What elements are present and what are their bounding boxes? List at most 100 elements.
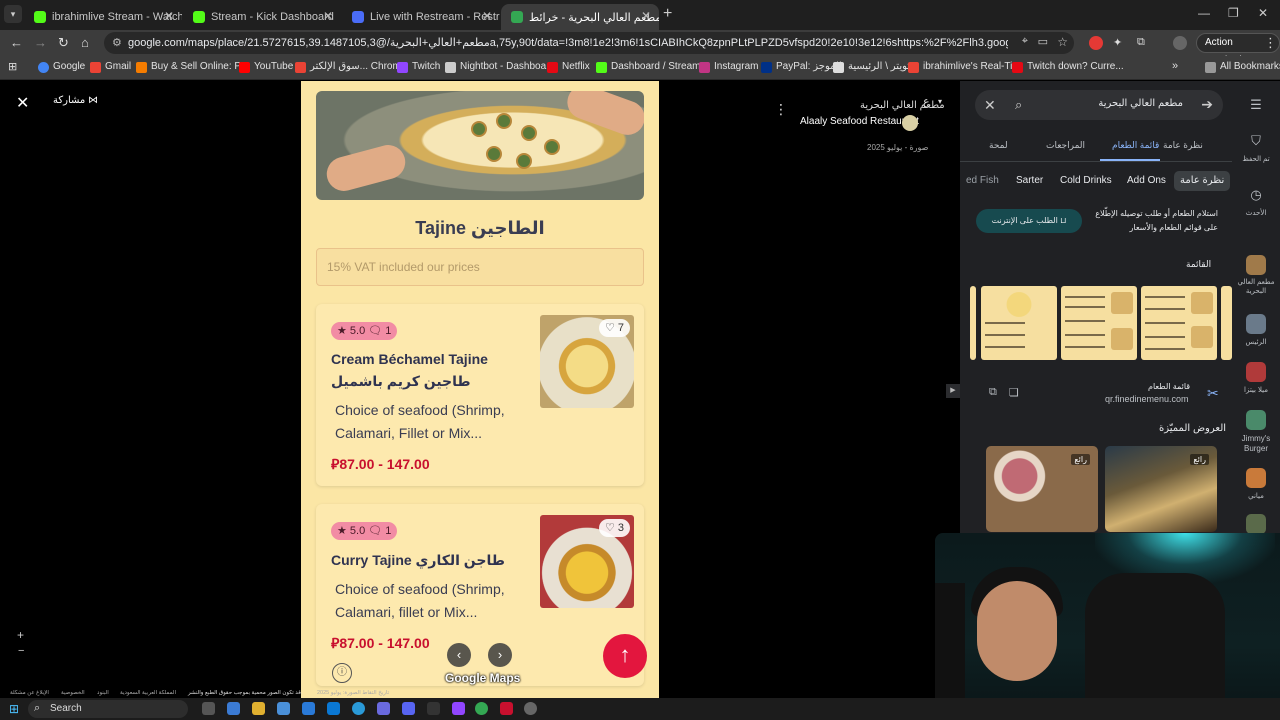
bookmark-item[interactable]: ibrahimlive's Real-Ti... <box>908 61 1021 73</box>
bookmark-item[interactable]: Instagram <box>699 61 758 73</box>
collapse-panel-icon[interactable]: ▶ <box>946 384 960 398</box>
attribution-avatar[interactable]: ع <box>923 95 930 108</box>
search-icon[interactable]: ⌕ <box>1015 97 1022 113</box>
menu-category-chip[interactable]: نظرة عامة <box>1174 171 1231 191</box>
taskbar-search[interactable]: ⌕ Search <box>28 700 188 718</box>
menu-thumbnail[interactable] <box>970 286 976 360</box>
saved-bookmark-icon[interactable]: ⛉ <box>1232 133 1280 149</box>
open-external-icon[interactable]: ⧉ <box>989 386 997 399</box>
menu-photo[interactable]: Tajine الطاجين 15% VAT included our pric… <box>301 81 659 698</box>
windows-start-icon[interactable]: ⊞ <box>9 702 19 716</box>
bookmark-item[interactable]: Nightbot - Dashboa... <box>445 61 555 73</box>
close-window-icon[interactable]: ✕ <box>1258 6 1268 20</box>
menu-thumbnail[interactable] <box>1061 286 1137 360</box>
tab-menu[interactable]: قائمة الطعام <box>1112 140 1159 151</box>
history-icon[interactable]: ◷ <box>1232 187 1280 203</box>
dietary-info-icon[interactable]: ⓘ <box>332 663 352 683</box>
privacy-link[interactable]: الخصوصية <box>61 690 85 696</box>
store-icon[interactable] <box>277 702 290 715</box>
more-options-icon[interactable]: ⋮ <box>774 101 788 118</box>
new-tab-button[interactable]: + <box>663 5 672 23</box>
recent-place-thumb[interactable] <box>1246 410 1266 430</box>
menu-thumbnail[interactable] <box>1221 286 1232 360</box>
next-photo-icon[interactable]: › <box>488 643 512 667</box>
directions-icon[interactable]: ➔ <box>1201 96 1213 113</box>
tab-list-button[interactable]: ▾ <box>4 5 22 23</box>
reload-icon[interactable]: ↻ <box>58 35 69 51</box>
country-link[interactable]: المملكة العربية السعودية <box>120 690 176 696</box>
cast-icon[interactable]: ▭ <box>1038 35 1048 48</box>
scroll-to-top-button[interactable]: ↑ <box>603 634 647 678</box>
chevron-down-icon[interactable]: ▾ <box>938 97 942 106</box>
app-icon[interactable] <box>377 702 390 715</box>
menu-hamburger-icon[interactable]: ☰ <box>1232 97 1280 113</box>
home-icon[interactable]: ⌂ <box>81 35 89 50</box>
close-tab-icon[interactable]: ✕ <box>482 9 492 23</box>
share-button[interactable]: مشاركة ⋈ <box>53 95 98 106</box>
extensions-puzzle-icon[interactable]: ⧉ <box>1137 36 1151 50</box>
menu-category-chip[interactable]: Add Ons <box>1127 171 1166 191</box>
minimize-icon[interactable]: — <box>1198 6 1210 20</box>
zoom-out-icon[interactable]: − <box>18 645 24 657</box>
bookmark-item[interactable]: Netflix <box>547 61 590 73</box>
twitch-icon[interactable] <box>452 702 465 715</box>
bookmark-item[interactable]: Google <box>38 61 85 73</box>
back-icon[interactable]: ← <box>10 35 23 50</box>
clear-search-icon[interactable]: ✕ <box>984 97 996 114</box>
menu-thumbnail[interactable] <box>1141 286 1217 360</box>
tab-about[interactable]: لمحة <box>989 140 1008 151</box>
close-icon[interactable]: ✕ <box>16 93 29 113</box>
task-view-icon[interactable] <box>202 702 215 715</box>
order-online-button[interactable]: الطلب على الإنترنت ⊔ <box>976 209 1082 233</box>
chrome-icon[interactable] <box>475 702 488 715</box>
edge-icon[interactable] <box>352 702 365 715</box>
featured-photo[interactable]: رائع <box>1105 446 1217 532</box>
menu-item-card[interactable]: ★ 5.0 🗨 1 Cream Béchamel Tajine طاجين كر… <box>316 304 644 486</box>
previous-photo-icon[interactable]: ‹ <box>447 643 471 667</box>
all-bookmarks-folder[interactable]: All Bookmarks <box>1205 61 1280 73</box>
recent-place-thumb[interactable] <box>1246 362 1266 382</box>
file-explorer-icon[interactable] <box>252 702 265 715</box>
bookmark-item[interactable]: تويتر \ الرئيسية <box>833 61 910 73</box>
featured-photo[interactable]: رائع <box>986 446 1098 532</box>
app-icon[interactable] <box>500 702 513 715</box>
close-tab-icon[interactable]: ✕ <box>641 9 651 23</box>
more-bookmarks-icon[interactable]: » <box>1172 60 1178 72</box>
browser-menu-icon[interactable]: ⋮ <box>1264 35 1277 51</box>
bookmark-item[interactable]: Buy & Sell Online: P... <box>136 61 248 73</box>
recent-place-thumb[interactable] <box>1246 514 1266 534</box>
search-input[interactable]: مطعم العالي البحرية <box>1098 98 1183 109</box>
discord-icon[interactable] <box>402 702 415 715</box>
site-info-icon[interactable]: ⚙ <box>112 36 122 49</box>
obs-icon[interactable] <box>427 702 440 715</box>
browser-tab[interactable]: Stream - Kick Dashboard ✕ <box>183 4 341 30</box>
close-tab-icon[interactable]: ✕ <box>323 9 333 23</box>
address-bar[interactable]: ⚙ google.com/maps/place/مطعم+العالي+البح… <box>104 32 1074 54</box>
like-count[interactable]: ♡ 7 <box>598 319 630 337</box>
browser-tab-active[interactable]: مطعم العالي البحرية - خرائط Google ✕ <box>501 4 659 30</box>
mail-icon[interactable] <box>327 702 340 715</box>
browser-tab[interactable]: Live with Restream - Restream ✕ <box>342 4 500 30</box>
address-url[interactable]: google.com/maps/place/مطعم+العالي+البحري… <box>128 36 1008 49</box>
report-problem-link[interactable]: الإبلاغ عن مشكلة <box>10 690 49 696</box>
zoom-in-icon[interactable]: + <box>17 628 24 642</box>
location-icon[interactable]: ⌖ <box>1022 35 1028 48</box>
restore-icon[interactable]: ❐ <box>1228 6 1239 20</box>
menu-item-card[interactable]: ★ 5.0 🗨 1 Curry Tajine طاجن الكاري Choic… <box>316 504 644 686</box>
bookmark-item[interactable]: سوق الإلكتر... Chrome <box>295 61 406 73</box>
extension-icon[interactable] <box>1089 36 1103 50</box>
menu-category-chip[interactable]: ed Fish <box>966 171 999 191</box>
copy-icon[interactable]: ❏ <box>1009 386 1019 399</box>
tab-overview[interactable]: نظرة عامة <box>1163 140 1203 151</box>
recent-place-thumb[interactable] <box>1246 314 1266 334</box>
bookmark-item[interactable]: Gmail <box>90 61 131 73</box>
copilot-icon[interactable] <box>227 702 240 715</box>
menu-thumbnail[interactable] <box>981 286 1057 360</box>
tab-reviews[interactable]: المراجعات <box>1046 140 1085 151</box>
like-count[interactable]: ♡ 3 <box>598 519 630 537</box>
bookmark-star-icon[interactable]: ☆ <box>1057 35 1068 49</box>
bookmark-item[interactable]: Twitch <box>397 61 440 73</box>
terms-link[interactable]: البنود <box>97 690 109 696</box>
bookmark-item[interactable]: Twitch down? Curre... <box>1012 61 1124 73</box>
profile-avatar[interactable] <box>1173 36 1187 50</box>
